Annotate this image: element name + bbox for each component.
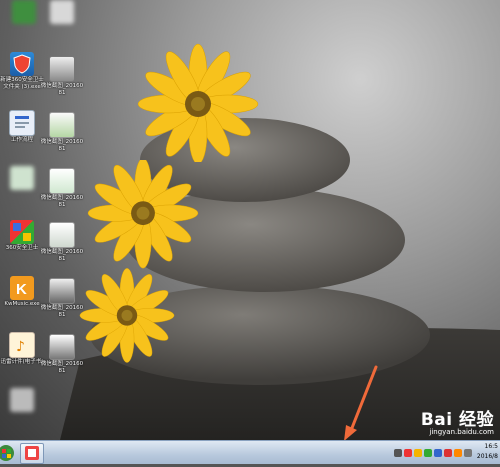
- desktop-icon-360-folder[interactable]: 新建360安全卫士文件夹 (3).exe: [0, 52, 44, 91]
- image-thumbnail-icon: [49, 168, 75, 194]
- desktop-icon-screenshot-2[interactable]: 微信截图_2016081: [40, 112, 84, 153]
- image-thumbnail-icon: [49, 56, 75, 82]
- image-thumbnail-icon: [49, 334, 75, 360]
- shield-icon: [10, 52, 34, 76]
- desktop-icon-label: 微信截图_2016081: [40, 361, 84, 374]
- image-thumbnail-icon: [49, 112, 75, 138]
- desktop-icon-screenshot-1[interactable]: 微信截图_2016081: [40, 56, 84, 97]
- spreadsheet-icon: [10, 166, 34, 190]
- desktop-icon-blurred-3[interactable]: [0, 388, 44, 413]
- flower-top: [137, 43, 259, 162]
- desktop: 新建360安全卫士文件夹 (3).exe 工作流程 360安全卫士 K KwMu…: [0, 0, 500, 440]
- notification-icon[interactable]: [414, 448, 422, 457]
- flower-bottom: [79, 268, 175, 363]
- svg-text:K: K: [16, 281, 27, 298]
- svg-text:♪: ♪: [16, 339, 25, 355]
- desktop-icon-kwmusic[interactable]: K KwMusic.exe: [0, 276, 44, 308]
- watermark-url: jingyan.baidu.com: [429, 428, 494, 436]
- desktop-icon-screenshot-6[interactable]: 微信截图_2016081: [40, 334, 84, 375]
- desktop-icon-screenshot-4[interactable]: 微信截图_2016081: [40, 222, 84, 263]
- annotation-arrow: [344, 365, 378, 440]
- desktop-icon-label: 迅雷计件(电子书): [0, 359, 44, 365]
- baidu-jingyan-watermark: Bai 经验 jingyan.baidu.com: [421, 405, 494, 436]
- start-button[interactable]: [0, 442, 16, 463]
- desktop-icon-label: 微信截图_2016081: [40, 249, 84, 262]
- desktop-icon-screenshot-5[interactable]: 微信截图_2016081: [40, 278, 84, 319]
- desktop-icon-workflow[interactable]: 工作流程: [0, 110, 44, 144]
- desktop-icon-label: 新建360安全卫士文件夹 (3).exe: [0, 77, 44, 90]
- desktop-icon-label: KwMusic.exe: [4, 301, 40, 307]
- app-icon: [50, 0, 74, 24]
- system-tray: [394, 445, 472, 460]
- document-icon: [9, 110, 35, 136]
- image-thumbnail-icon: [49, 222, 75, 248]
- flower-middle: [87, 160, 199, 269]
- desktop-icon-blurred-4[interactable]: [40, 0, 84, 25]
- app-icon: [12, 0, 36, 24]
- desktop-icon-label: 微信截图_2016081: [40, 83, 84, 96]
- desktop-icon-360-safe[interactable]: 360安全卫士: [0, 220, 44, 252]
- desktop-icon-label: 360安全卫士: [5, 245, 39, 251]
- desktop-icon-label: 工作流程: [10, 137, 33, 143]
- app-icon: [10, 388, 34, 412]
- security-icon[interactable]: [424, 448, 432, 457]
- app-tray-icon[interactable]: [444, 448, 452, 457]
- clock[interactable]: 16:5 2016/8: [472, 442, 498, 462]
- watermark-brand: Bai 经验: [420, 410, 494, 430]
- music-app-icon: K: [10, 276, 34, 300]
- taskbar: 16:5 2016/8: [0, 440, 500, 464]
- volume-icon[interactable]: [464, 448, 472, 457]
- desktop-icon-screenshot-3[interactable]: 微信截图_2016081: [40, 168, 84, 209]
- desktop-icon-label: 微信截图_2016081: [40, 139, 84, 152]
- input-method-icon[interactable]: [434, 448, 442, 457]
- image-thumbnail-icon: [49, 278, 75, 304]
- desktop-icon-label: 微信截图_2016081: [40, 305, 84, 318]
- music-note-icon: ♪: [9, 332, 35, 358]
- antivirus-icon[interactable]: [404, 448, 412, 457]
- taskbar-app-360[interactable]: [20, 443, 44, 464]
- app-grid-icon: [10, 220, 34, 244]
- desktop-icon-blurred-2[interactable]: [0, 166, 44, 191]
- clock-date: 2016/8: [476, 453, 498, 460]
- clock-time: 16:5: [484, 443, 498, 450]
- update-icon[interactable]: [454, 448, 462, 457]
- desktop-icon-ebook[interactable]: ♪ 迅雷计件(电子书): [0, 332, 44, 366]
- desktop-icon-label: 微信截图_2016081: [40, 195, 84, 208]
- network-icon[interactable]: [394, 448, 402, 457]
